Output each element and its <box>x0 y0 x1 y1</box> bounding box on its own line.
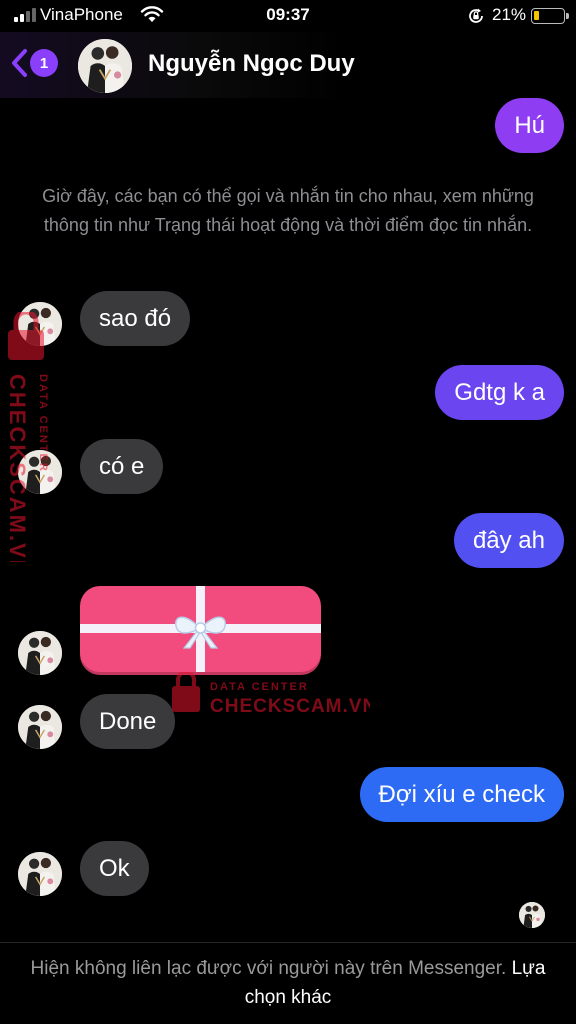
incoming-message[interactable]: có e <box>80 439 164 494</box>
gift-ribbon-icon <box>80 586 321 672</box>
unread-count-badge: 1 <box>30 49 58 77</box>
battery-percent: 21% <box>492 5 527 24</box>
outgoing-message[interactable]: Hú <box>495 98 564 153</box>
sender-avatar[interactable] <box>18 705 62 749</box>
status-time: 09:37 <box>266 5 310 24</box>
sender-avatar[interactable] <box>18 450 62 494</box>
back-button[interactable]: 1 <box>10 48 58 78</box>
watermark-brand: CHECKSCAM.VN <box>210 696 370 717</box>
watermark-side: CHECKSCAM.VN DATA CENTER <box>5 309 62 578</box>
incoming-message[interactable]: Ok <box>80 841 149 896</box>
contact-avatar[interactable] <box>78 39 132 93</box>
sender-avatar[interactable] <box>18 631 62 675</box>
battery-icon <box>531 8 569 24</box>
watermark-caption: DATA CENTER <box>210 681 309 693</box>
outgoing-message[interactable]: Đợi xíu e check <box>359 767 564 822</box>
seen-receipt-avatar <box>519 902 545 928</box>
incoming-message[interactable]: sao đó <box>80 291 191 346</box>
contact-name[interactable]: Nguyễn Ngọc Duy <box>148 50 355 78</box>
rotation-lock-icon <box>469 8 483 23</box>
sender-avatar[interactable] <box>18 302 62 346</box>
footer-divider <box>0 942 576 943</box>
sender-avatar[interactable] <box>18 852 62 896</box>
unavailable-notice: Hiện không liên lạc được với người này t… <box>20 954 556 1012</box>
outgoing-message[interactable]: Gdtg k a <box>435 365 564 420</box>
chevron-left-icon <box>12 49 27 77</box>
unavailable-notice-text: Hiện không liên lạc được với người này t… <box>30 958 507 979</box>
chat-header: 1 Nguyễn Ngọc Duy <box>0 32 576 98</box>
watermark-center: DATA CENTER CHECKSCAM.VN <box>170 670 376 722</box>
incoming-message[interactable]: Done <box>80 694 176 749</box>
outgoing-message[interactable]: đây ah <box>453 513 564 568</box>
system-notice: Giờ đây, các bạn có thể gọi và nhắn tin … <box>42 186 534 235</box>
gift-sticker[interactable] <box>80 586 321 672</box>
messenger-chat-screen: VinaPhone 09:37 21% 1 Nguyễn Ngọc Duy Hú… <box>0 0 576 1024</box>
status-bar: VinaPhone 09:37 21% <box>0 0 576 32</box>
